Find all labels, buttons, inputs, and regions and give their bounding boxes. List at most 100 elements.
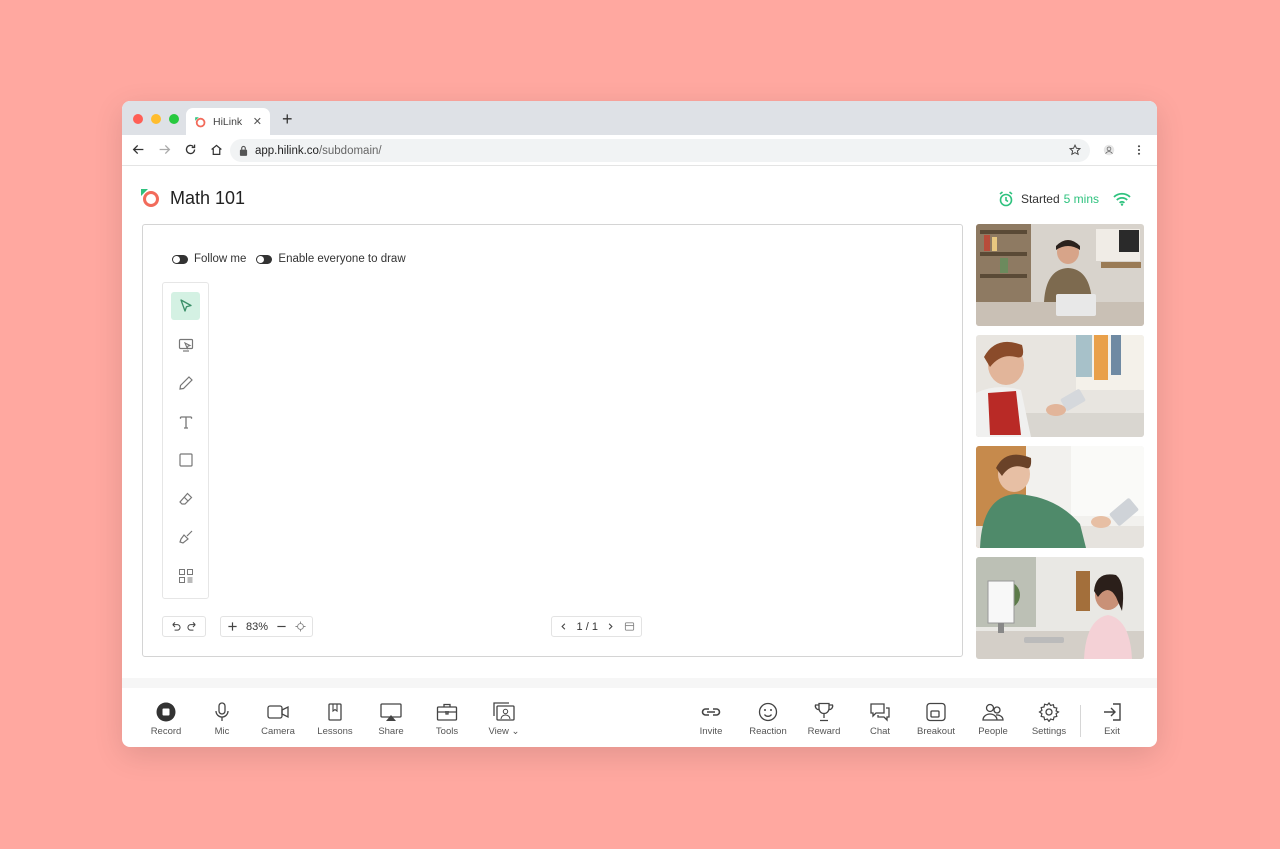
bookmark-star-icon[interactable] [1069,144,1081,156]
lock-icon [239,145,248,156]
back-icon[interactable] [132,143,145,156]
more-tools-button[interactable] [171,562,200,590]
page-overview-icon[interactable] [624,621,635,632]
pointer-tool-button[interactable] [171,292,200,320]
reward-button[interactable]: Reward [799,702,849,737]
gear-icon [1038,702,1060,722]
record-button[interactable]: Record [141,702,191,737]
reload-icon[interactable] [184,143,197,156]
pencil-tool-button[interactable] [171,369,200,397]
recenter-icon[interactable] [295,621,306,632]
drawing-toolbar [162,282,209,599]
reaction-label: Reaction [749,726,787,737]
zoom-out-icon[interactable] [276,621,287,632]
link-icon [701,708,721,716]
tools-label: Tools [435,726,459,737]
board-toggles: Follow me Enable everyone to draw [172,253,406,265]
zoom-in-icon[interactable] [227,621,238,632]
undo-icon[interactable] [170,621,181,632]
url-bar[interactable]: app.hilink.co/subdomain/ [230,139,1090,162]
text-tool-button[interactable] [171,408,200,436]
clear-tool-button[interactable] [171,523,200,551]
page-title: Math 101 [170,188,246,208]
video-feed-student-3 [976,557,1144,659]
settings-button[interactable]: Settings [1024,702,1074,737]
breakout-icon [926,702,946,722]
hilink-logo-icon [141,189,159,207]
video-feed-teacher [976,224,1144,326]
exit-button[interactable]: Exit [1087,702,1137,737]
invite-button[interactable]: Invite [686,702,736,737]
pencil-icon [178,376,193,390]
text-icon [179,416,192,429]
view-button[interactable]: View ⌄ [479,702,529,737]
enable-draw-label: Enable everyone to draw [278,253,406,265]
participant-video-tile[interactable] [976,224,1144,326]
follow-me-label: Follow me [194,253,247,265]
new-tab-button[interactable]: + [282,110,293,128]
chat-button[interactable]: Chat [855,702,905,737]
rectangle-tool-button[interactable] [171,446,200,474]
participant-video-tile[interactable] [976,446,1144,548]
profile-icon[interactable] [1103,144,1115,156]
enable-draw-toggle[interactable] [256,254,273,264]
screen-share-icon [380,703,402,721]
mic-label: Mic [214,726,230,737]
prev-page-icon[interactable] [558,621,569,632]
wifi-icon [1113,192,1131,206]
app-header: Math 101 Started 5 mins [122,166,1157,226]
people-icon [982,703,1004,721]
page-navigation: 1 / 1 [551,616,642,637]
alarm-clock-icon [999,191,1013,207]
browser-tab[interactable]: HiLink ✕ [186,108,270,135]
maximize-window-button[interactable] [169,114,179,124]
bottombar-divider [122,678,1157,688]
people-button[interactable]: People [968,702,1018,737]
follow-me-toggle[interactable] [172,254,188,264]
camera-button[interactable]: Camera [253,702,303,737]
record-label: Record [150,726,182,737]
lessons-button[interactable]: Lessons [310,702,360,737]
eraser-icon [178,492,192,505]
trophy-icon [814,702,834,722]
record-icon [156,702,176,722]
mic-icon [215,702,229,721]
close-window-button[interactable] [133,114,143,124]
camera-icon [267,705,289,719]
reaction-button[interactable]: Reaction [743,702,793,737]
home-icon[interactable] [210,143,223,156]
history-controls [162,616,206,637]
participant-video-tile[interactable] [976,335,1144,437]
hilink-favicon-icon [195,116,206,127]
invite-label: Invite [699,726,723,737]
minimize-window-button[interactable] [151,114,161,124]
forward-icon[interactable] [158,143,171,156]
eraser-tool-button[interactable] [171,485,200,513]
breakout-button[interactable]: Breakout [911,702,961,737]
zoom-level: 83% [245,620,269,633]
chat-icon [870,703,890,722]
tools-button[interactable]: Tools [422,702,472,737]
video-feed-student-2 [976,446,1144,548]
participant-video-tile[interactable] [976,557,1144,659]
redo-icon[interactable] [187,621,198,632]
laser-pointer-tool-button[interactable] [171,331,200,359]
window-controls [133,114,179,124]
whiteboard-canvas[interactable]: Follow me Enable everyone to draw 83% 1 … [142,224,963,657]
reward-label: Reward [807,726,841,737]
chat-label: Chat [869,726,891,737]
video-feed-student-1 [976,335,1144,437]
next-page-icon[interactable] [605,621,616,632]
mic-button[interactable]: Mic [197,702,247,737]
url-host: app.hilink.co [255,144,319,157]
participant-video-list [976,224,1144,668]
more-tools-icon [178,569,193,583]
browser-menu-icon[interactable] [1133,144,1145,156]
view-icon [493,702,515,721]
tab-title: HiLink [213,115,243,128]
close-tab-icon[interactable]: ✕ [253,115,262,128]
exit-label: Exit [1104,726,1120,737]
bottombar-separator [1080,705,1081,737]
share-button[interactable]: Share [366,702,416,737]
camera-label: Camera [261,726,295,737]
